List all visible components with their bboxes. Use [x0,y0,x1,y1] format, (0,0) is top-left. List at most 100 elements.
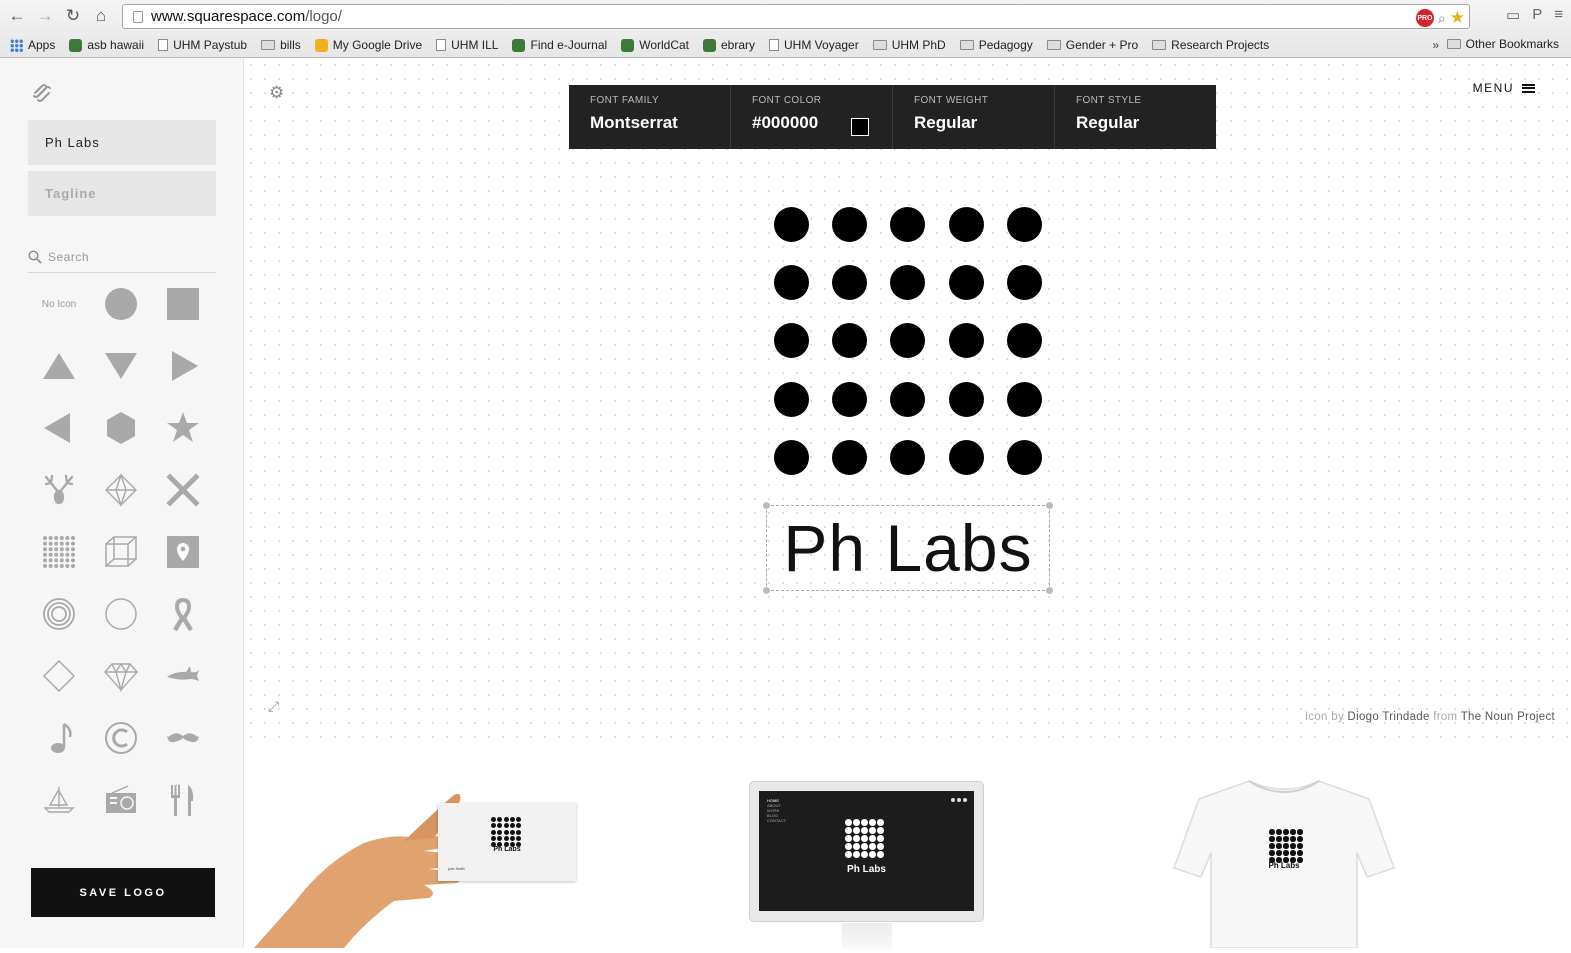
dot-grid-icon[interactable] [37,530,81,574]
bookmark-star-icon[interactable]: ★ [1450,8,1465,28]
logo-dot [832,323,868,359]
forward-arrow-icon[interactable]: → [34,6,56,26]
bookmark-item[interactable]: UHM PhD [872,38,946,52]
ribbon-icon[interactable] [161,592,205,636]
bookmark-item[interactable]: UHM Voyager [769,38,859,52]
star-icon[interactable] [161,406,205,450]
home-icon[interactable]: ⌂ [90,6,112,26]
credit-author-link[interactable]: Diogo Trindade [1348,711,1430,723]
logo-dot-grid-icon[interactable] [774,207,1044,477]
copyright-icon[interactable] [99,716,143,760]
resize-handle[interactable] [1046,587,1053,594]
radio-icon[interactable] [99,778,143,822]
mini-logo-dot [503,829,509,835]
fork-knife-icon[interactable] [161,778,205,822]
font-color-control[interactable]: FONT COLOR #000000 [731,85,893,149]
mini-logo-dot [1290,850,1296,856]
folder-icon [261,40,276,50]
logo-dot [890,439,926,475]
chrome-menu-icon[interactable]: ≡ [1554,6,1563,24]
bookmark-item[interactable]: Pedagogy [959,38,1033,52]
bookmark-item[interactable]: WorldCat [621,38,689,52]
hexagon-icon[interactable] [99,406,143,450]
icon-search-input[interactable]: Search [28,242,216,273]
triangle-left-icon[interactable] [37,406,81,450]
mini-logo-dot [1269,829,1275,835]
address-bar[interactable]: www.squarespace.com/logo/ PRO ⌕ ★ [122,4,1470,29]
logo-dot [774,207,809,242]
tagline-input[interactable]: Tagline [28,171,216,216]
circle-icon[interactable] [99,282,143,326]
concentric-circles-icon[interactable] [37,592,81,636]
mini-logo-dot [861,827,868,834]
x-cross-icon[interactable] [161,468,205,512]
mini-logo-dot [1297,829,1303,835]
triangle-up-icon[interactable] [37,344,81,388]
diamond-gem-outline-icon[interactable] [99,468,143,512]
gear-icon[interactable]: ⚙ [269,83,284,103]
no-icon[interactable]: No Icon [37,282,81,326]
url-text[interactable]: www.squarespace.com/logo/ [151,8,342,25]
bookmark-item[interactable]: UHM ILL [436,38,498,52]
mustache-icon[interactable] [161,716,205,760]
pinterest-extension-icon[interactable]: P [1532,6,1542,24]
logo-title-input[interactable]: Ph Labs [28,120,216,165]
bookmark-item[interactable]: ebrary [703,38,755,52]
music-note-icon[interactable] [37,716,81,760]
bookmark-item[interactable]: Find e-Journal [512,38,607,52]
bookmark-label: Research Projects [1171,38,1270,52]
pro-extension-icon[interactable]: PRO [1415,9,1434,27]
bookmarks-overflow-chevron-icon[interactable]: » [1432,38,1439,52]
zoom-magnifier-icon[interactable]: ⌕ [1438,10,1446,27]
resize-handle[interactable] [763,502,770,509]
resize-handle[interactable] [1046,502,1053,509]
square-icon[interactable] [161,282,205,326]
triangle-down-icon[interactable] [99,344,143,388]
mini-logo-dot [1283,843,1289,849]
mini-logo-dot-grid-icon [845,819,884,858]
circle-outline-icon[interactable] [99,592,143,636]
bookmark-item[interactable]: asb hawaii [69,38,144,52]
page-icon [436,39,447,51]
bookmark-item[interactable]: UHM Paystub [158,38,247,52]
bookmark-item[interactable]: My Google Drive [314,38,422,52]
credit-source-link[interactable]: The Noun Project [1461,711,1555,723]
gem-icon[interactable] [99,654,143,698]
font-family-label: FONT FAMILY [590,95,660,106]
mini-logo-dot [869,843,876,850]
logo-text[interactable]: Ph Labs [783,515,1032,581]
font-weight-control[interactable]: FONT WEIGHT Regular [893,85,1055,149]
font-family-control[interactable]: FONT FAMILY Montserrat [569,85,731,149]
squarespace-logo-icon[interactable] [32,82,52,102]
bookmark-item[interactable]: Research Projects [1152,38,1269,52]
logo-dot [832,265,868,301]
shark-icon[interactable] [161,654,205,698]
deer-antlers-icon[interactable] [37,468,81,512]
tshirt-logo-text: Ph Labs [1268,861,1300,870]
reader-icon[interactable]: ▭ [1506,6,1520,24]
sailboat-icon[interactable] [37,778,81,822]
other-bookmarks[interactable]: Other Bookmarks [1446,37,1559,51]
resize-handle[interactable] [763,587,770,594]
cube-icon[interactable] [99,530,143,574]
map-pin-icon[interactable] [161,530,205,574]
color-swatch[interactable] [851,118,869,136]
mini-logo-dot [509,817,515,822]
save-logo-button[interactable]: SAVE LOGO [31,868,215,917]
font-style-control[interactable]: FONT STYLE Regular [1055,85,1216,149]
search-icon [28,250,42,264]
mini-logo-dot [853,835,860,842]
menu-button[interactable]: MENU [1473,81,1535,95]
triangle-right-icon[interactable] [161,344,205,388]
back-arrow-icon[interactable]: ← [6,6,28,26]
reload-icon[interactable]: ↻ [62,6,84,26]
bookmark-item[interactable]: Apps [10,38,55,52]
bookmark-item[interactable]: Gender + Pro [1046,38,1138,52]
icon-credit: Icon by Diogo Trindade from The Noun Pro… [1304,711,1555,723]
business-card: Ph Labs john Smith [438,803,576,881]
page-icon [158,39,169,51]
bookmark-item[interactable]: bills [261,38,301,52]
logo-text-selection[interactable]: Ph Labs [763,502,1053,594]
expand-arrows-icon[interactable]: ⤢ [268,698,279,715]
diamond-outline-icon[interactable] [37,654,81,698]
